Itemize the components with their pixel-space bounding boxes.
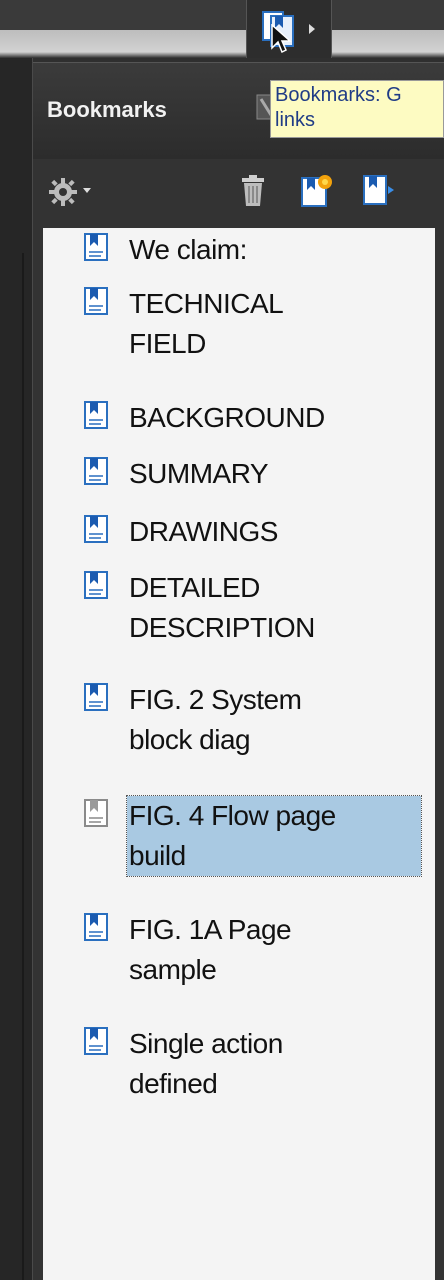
new-bookmark-icon[interactable] (299, 172, 333, 213)
bookmark-item[interactable]: FIG. 2 System block diag (43, 680, 435, 764)
bookmark-label-line-1: BACKGROUND (129, 402, 325, 433)
bookmark-icon (83, 682, 109, 717)
bookmark-item[interactable]: DRAWINGS (43, 512, 435, 556)
bookmark-item[interactable]: FIG. 1A Page sample (43, 910, 435, 994)
rail-divider (22, 253, 24, 1280)
bookmark-label-line-1: SUMMARY (129, 458, 269, 489)
bookmark-icon (83, 570, 109, 605)
bookmark-icon (83, 514, 109, 549)
bookmarks-panel: Bookmarks We claim: TECHNICAL FIELD BACK… (33, 62, 444, 1280)
bookmark-label-line-2: FIELD (129, 328, 206, 359)
bookmark-label-line-2: build (129, 840, 186, 871)
bookmark-icon (83, 400, 109, 435)
bookmark-list: We claim: TECHNICAL FIELD BACKGROUND SUMMARY… (43, 228, 435, 1280)
bookmark-label: SUMMARY (129, 454, 429, 494)
bookmark-label-line-1: FIG. 4 Flow page (129, 800, 336, 831)
bookmark-item[interactable]: We claim: (43, 230, 435, 274)
mouse-cursor-icon (270, 23, 292, 59)
bookmark-icon (83, 456, 109, 491)
bookmark-label: FIG. 2 System block diag (129, 680, 429, 760)
bookmark-label-line-2: block diag (129, 724, 251, 755)
bookmark-label-line-2: sample (129, 954, 217, 985)
bookmark-label: DRAWINGS (129, 512, 429, 552)
gear-icon[interactable] (47, 176, 79, 213)
bookmark-item[interactable]: Single action defined (43, 1024, 435, 1108)
bookmark-label: Single action defined (129, 1024, 429, 1104)
bookmark-icon (83, 798, 109, 833)
trash-icon[interactable] (239, 174, 267, 213)
bookmark-item[interactable]: DETAILED DESCRIPTION (43, 568, 435, 652)
bookmark-label: BACKGROUND (129, 398, 429, 438)
bookmark-label-line-1: Single action (129, 1028, 283, 1059)
panel-title: Bookmarks (47, 97, 167, 122)
bookmark-icon (83, 232, 109, 267)
bookmark-label-line-1: We claim: (129, 234, 247, 265)
bookmark-item[interactable]: TECHNICAL FIELD (43, 284, 435, 368)
chevron-down-icon[interactable] (83, 188, 91, 193)
title-bar (0, 0, 250, 30)
bookmark-label-line-1: DETAILED (129, 572, 260, 603)
bookmark-label-line-2: DESCRIPTION (129, 612, 315, 643)
bookmark-label: We claim: (129, 230, 429, 270)
tooltip-line-2: links (275, 109, 316, 131)
bookmark-icon (83, 1026, 109, 1061)
bookmark-item[interactable]: SUMMARY (43, 454, 435, 498)
bookmark-label: FIG. 4 Flow page build (126, 795, 422, 877)
bookmark-label: TECHNICAL FIELD (129, 284, 429, 364)
bookmark-item[interactable]: FIG. 4 Flow page build (43, 795, 435, 880)
bookmark-icon (83, 286, 109, 321)
top-strip (0, 0, 444, 58)
bookmark-label-line-1: TECHNICAL (129, 288, 284, 319)
bookmarks-toolbar (33, 162, 444, 226)
chevron-right-icon (309, 24, 315, 34)
expand-bookmark-icon[interactable] (361, 172, 397, 213)
tooltip-line-1: Bookmarks: G (275, 84, 402, 106)
tooltip: Bookmarks: G links (270, 80, 444, 138)
bookmark-label-line-1: FIG. 1A Page (129, 914, 292, 945)
bookmark-label-line-2: defined (129, 1068, 218, 1099)
bookmark-label: FIG. 1A Page sample (129, 910, 429, 990)
navigation-rail (0, 58, 33, 1280)
bookmark-icon (83, 912, 109, 947)
bookmark-item[interactable]: BACKGROUND (43, 398, 435, 442)
bookmark-label: DETAILED DESCRIPTION (129, 568, 429, 648)
bookmark-label-line-1: FIG. 2 System (129, 684, 302, 715)
bookmark-label-line-1: DRAWINGS (129, 516, 278, 547)
